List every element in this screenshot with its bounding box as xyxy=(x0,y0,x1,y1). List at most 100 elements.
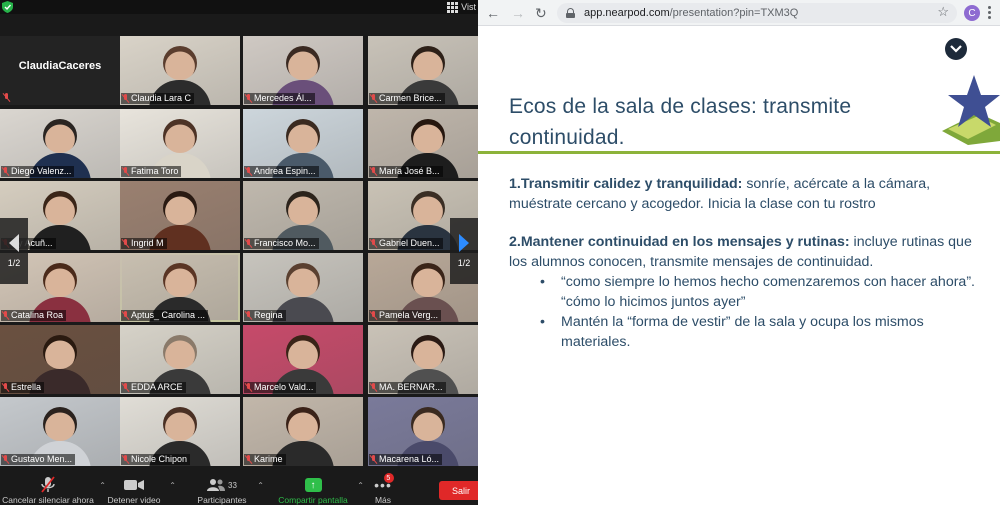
participant-tile[interactable]: Gustavo Men... xyxy=(0,397,120,466)
participant-tile[interactable]: EDDA ARCE xyxy=(120,325,240,394)
microphone-muted-icon xyxy=(245,383,252,392)
participant-tile[interactable]: Aptus_ Carolina ... xyxy=(120,253,240,322)
participant-tile[interactable]: Fatima Toro xyxy=(120,109,240,178)
address-bar[interactable]: app.nearpod.com/presentation?pin=TXM3Q ☆ xyxy=(557,3,957,23)
caret-up-icon[interactable]: ⌃ xyxy=(257,481,264,490)
participant-tile[interactable]: Karime xyxy=(243,397,363,466)
person-head xyxy=(43,191,77,225)
person-head xyxy=(411,119,445,153)
back-arrow-icon[interactable]: ← xyxy=(486,4,500,22)
participant-name-label: Claudia Lara C xyxy=(121,93,195,104)
participant-tile[interactable]: Nicole Chipon xyxy=(120,397,240,466)
microphone-muted-icon xyxy=(2,311,9,320)
view-button[interactable]: Vist xyxy=(447,0,476,14)
participant-tile[interactable]: Mercedes Ál... xyxy=(243,36,363,105)
person-head xyxy=(411,407,445,441)
gallery-grid-icon xyxy=(447,1,459,13)
reload-icon[interactable]: ↻ xyxy=(535,4,547,22)
participant-name: María José B... xyxy=(379,166,440,176)
url-host: app.nearpod.com xyxy=(584,7,670,19)
chevron-down-icon[interactable] xyxy=(945,38,967,60)
microphone-muted-icon xyxy=(245,94,252,103)
participant-name: Gabriel Duen... xyxy=(379,238,440,248)
more-button[interactable]: ••• 5 Más xyxy=(368,473,398,505)
slide-title: Ecos de la sala de clases: transmite con… xyxy=(509,95,852,149)
participant-name-label: Mercedes Ál... xyxy=(244,93,315,104)
unmute-button[interactable]: ⌃ Cancelar silenciar ahora xyxy=(2,475,106,505)
leave-button[interactable]: Salir xyxy=(439,481,478,500)
slide-body: 1.Transmitir calidez y tranquilidad: son… xyxy=(509,174,989,352)
unmute-label: Cancelar silenciar ahora xyxy=(2,495,94,505)
bullet-item: “como siempre lo hemos hecho comenzaremo… xyxy=(537,272,989,312)
microphone-muted-icon xyxy=(370,239,377,248)
more-badge: 5 xyxy=(383,473,394,483)
participant-tile[interactable]: Macarena Ló... xyxy=(368,397,478,466)
participant-name: MA. BERNAR... xyxy=(379,382,443,392)
stop-video-label: Detener video xyxy=(107,495,161,505)
participant-name-label: Gabriel Duen... xyxy=(369,238,443,249)
kebab-menu-icon[interactable] xyxy=(988,6,991,19)
microphone-muted-icon xyxy=(122,455,129,464)
participant-name: Estrella xyxy=(11,382,42,392)
participant-name-label: Karime xyxy=(244,454,286,465)
participant-tile[interactable]: Ingrid M xyxy=(120,181,240,250)
participant-name: Pamela Verg... xyxy=(379,310,439,320)
participant-tile[interactable]: MA. BERNAR... xyxy=(368,325,478,394)
person-head xyxy=(163,119,197,153)
star-logo-icon xyxy=(942,75,1000,145)
participant-name-label: Diego Valenz... xyxy=(1,166,75,177)
participant-tile[interactable]: Regina xyxy=(243,253,363,322)
participant-name: Catalina Roa xyxy=(11,310,64,320)
microphone-muted-icon xyxy=(122,239,129,248)
participant-tile[interactable]: María José B... xyxy=(368,109,478,178)
participant-name-label: Carmen Brice... xyxy=(369,93,445,104)
participant-name: Macarena Ló... xyxy=(379,454,440,464)
video-camera-icon xyxy=(124,480,144,490)
next-page-button[interactable]: 1/2 xyxy=(450,218,478,284)
participant-tile[interactable]: Marcelo Vald... xyxy=(243,325,363,394)
profile-avatar[interactable]: C xyxy=(964,5,980,21)
bookmark-star-icon[interactable]: ☆ xyxy=(937,4,949,20)
title-divider xyxy=(478,151,1000,154)
person-head xyxy=(286,46,320,80)
participants-label: Participantes xyxy=(197,495,247,505)
participant-tile[interactable]: Claudia Lara C xyxy=(120,36,240,105)
participant-name: Mercedes Ál... xyxy=(254,93,312,103)
share-screen-button[interactable]: ↑ ⌃ Compartir pantalla xyxy=(274,475,364,505)
url-path: /presentation?pin=TXM3Q xyxy=(669,7,799,19)
participant-name: Regina xyxy=(254,310,283,320)
participant-name-label: María José B... xyxy=(369,166,443,177)
participants-button[interactable]: 33 ⌃ Participantes xyxy=(194,475,264,505)
point-2: 2.Mantener continuidad en los mensajes y… xyxy=(509,232,989,272)
share-screen-label: Compartir pantalla xyxy=(278,495,348,505)
participant-tile[interactable]: Diego Valenz... xyxy=(0,109,120,178)
nearpod-slide: Ecos de la sala de clases: transmite con… xyxy=(478,27,1000,505)
participant-name-label: Regina xyxy=(244,310,286,321)
microphone-muted-icon xyxy=(370,311,377,320)
page-indicator-right: 1/2 xyxy=(457,258,471,268)
caret-up-icon[interactable]: ⌃ xyxy=(169,481,176,490)
participant-tile[interactable]: Estrella xyxy=(0,325,120,394)
person-head xyxy=(411,191,445,225)
participant-tile[interactable]: Carmen Brice... xyxy=(368,36,478,105)
more-label: Más xyxy=(374,495,392,505)
person-head xyxy=(163,407,197,441)
lock-icon[interactable] xyxy=(566,8,575,18)
view-label: Vist xyxy=(461,2,476,12)
person-head xyxy=(163,46,197,80)
participant-name: Claudia Lara C xyxy=(131,93,192,103)
participant-tile[interactable]: Francisco Mo... xyxy=(243,181,363,250)
microphone-muted-icon xyxy=(122,383,129,392)
arrow-right-icon xyxy=(459,234,469,252)
participant-tile-host[interactable]: ClaudiaCaceres xyxy=(0,36,120,105)
participant-name: Gustavo Men... xyxy=(11,454,73,464)
participant-tile[interactable]: Andrea Espin... xyxy=(243,109,363,178)
forward-arrow-icon[interactable]: → xyxy=(511,4,525,22)
stop-video-button[interactable]: ⌃ Detener video xyxy=(104,475,176,505)
microphone-muted-icon xyxy=(2,455,9,464)
microphone-muted-icon xyxy=(122,94,129,103)
caret-up-icon[interactable]: ⌃ xyxy=(357,481,364,490)
previous-page-button[interactable]: 1/2 xyxy=(0,218,28,284)
point-1-heading: 1.Transmitir calidez y tranquilidad: xyxy=(509,176,743,192)
participant-name-label: Fatima Toro xyxy=(121,166,182,177)
